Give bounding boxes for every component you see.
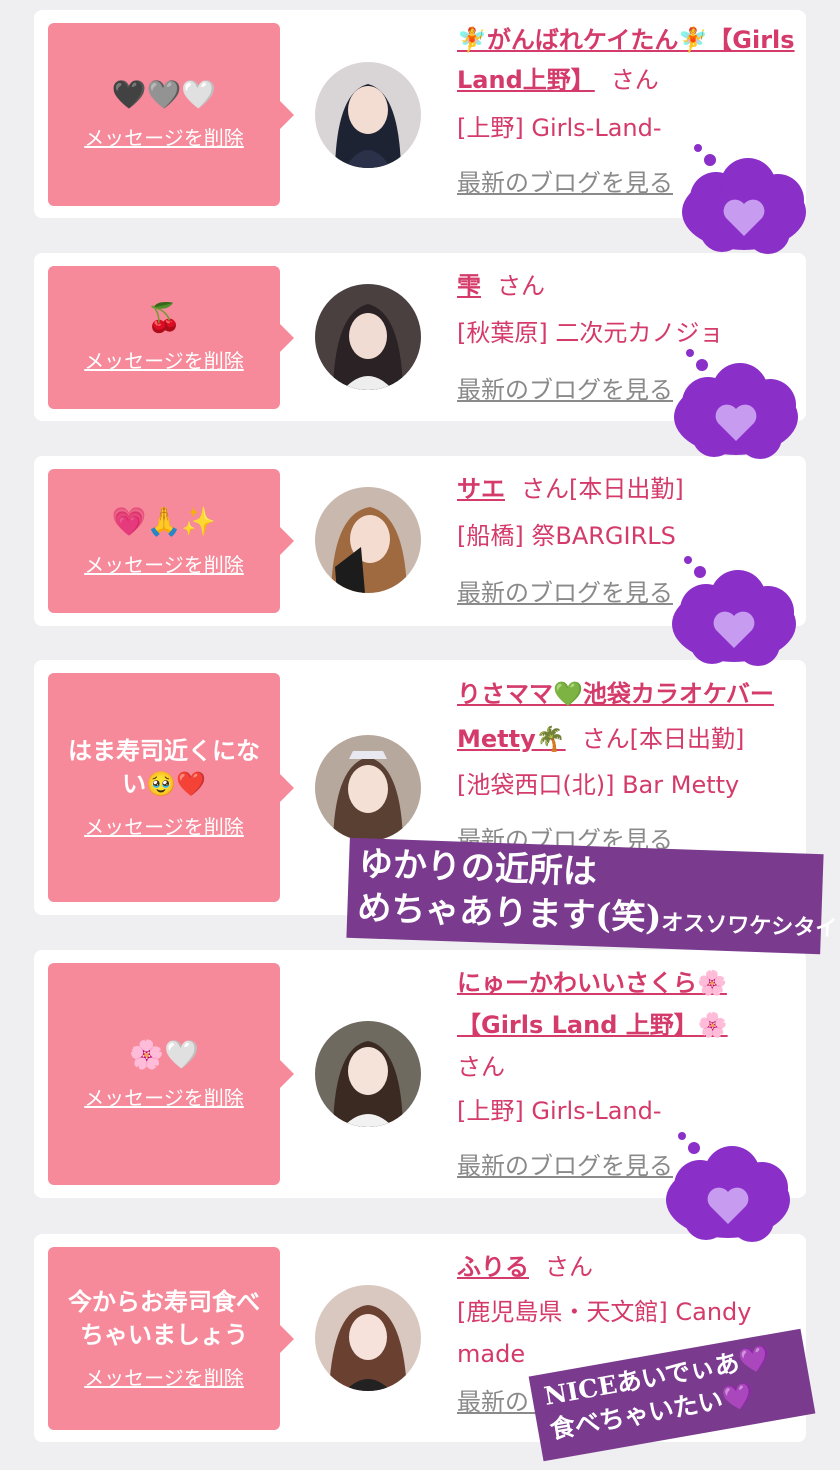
honorific: さん bbox=[521, 475, 569, 503]
delete-message-link[interactable]: メッセージを削除 bbox=[84, 1082, 244, 1111]
message-text: 💗🙏✨ bbox=[111, 504, 217, 538]
delete-message-link[interactable]: メッセージを削除 bbox=[84, 811, 244, 840]
avatar[interactable] bbox=[315, 284, 421, 390]
message-bubble: 💗🙏✨ メッセージを削除 bbox=[48, 469, 294, 613]
status-label: [本日出勤] bbox=[629, 725, 745, 753]
avatar[interactable] bbox=[315, 487, 421, 593]
delete-message-link[interactable]: メッセージを削除 bbox=[84, 1362, 244, 1391]
honorific: さん bbox=[545, 1253, 593, 1281]
delete-message-link[interactable]: メッセージを削除 bbox=[84, 122, 244, 151]
girl-name-link[interactable]: サエ bbox=[457, 475, 505, 503]
honorific: さん bbox=[610, 66, 659, 94]
message-bubble: 🍒 メッセージを削除 bbox=[48, 266, 294, 409]
purple-heart-cloud-icon bbox=[674, 349, 798, 459]
message-text: 🍒 bbox=[146, 301, 182, 334]
message-text: はま寿司近くにない🥹❤️ bbox=[68, 737, 260, 798]
caption-overlay: ゆかりの近所は めちゃあります(笑)オスソワケシタイ bbox=[346, 837, 838, 955]
status-label: [本日出勤] bbox=[569, 475, 684, 503]
purple-heart-cloud-icon bbox=[682, 144, 806, 254]
honorific: さん bbox=[457, 1053, 505, 1081]
caption-line: めちゃあります(笑) bbox=[356, 888, 663, 939]
purple-heart-cloud-icon bbox=[672, 556, 796, 666]
message-text: 🌸🤍 bbox=[129, 1037, 199, 1071]
message-bubble: 🌸🤍 メッセージを削除 bbox=[48, 963, 294, 1185]
message-text: 今からお寿司食べちゃいましょう bbox=[68, 1288, 260, 1349]
message-bubble: はま寿司近くにない🥹❤️ メッセージを削除 bbox=[48, 673, 294, 902]
message-text: 🖤🩶🤍 bbox=[111, 78, 217, 111]
girl-name-link[interactable]: にゅーかわいいさくら🌸【Girls Land 上野】🌸 bbox=[457, 969, 728, 1039]
shop-name: [池袋西口(北)] Bar Metty bbox=[457, 771, 740, 799]
avatar[interactable] bbox=[315, 62, 421, 168]
avatar[interactable] bbox=[315, 1285, 421, 1391]
delete-message-link[interactable]: メッセージを削除 bbox=[84, 345, 244, 374]
message-bubble: 🖤🩶🤍 メッセージを削除 bbox=[48, 23, 294, 206]
girl-info: りさママ💚池袋カラオケバーMetty🌴 さん[本日出勤] [池袋西口(北)] Ba… bbox=[457, 672, 797, 864]
message-bubble: 今からお寿司食べちゃいましょう メッセージを削除 bbox=[48, 1247, 294, 1430]
delete-message-link[interactable]: メッセージを削除 bbox=[84, 549, 244, 578]
avatar[interactable] bbox=[315, 1021, 421, 1127]
honorific: さん bbox=[581, 725, 630, 753]
caption-small-text: オスソワケシタイ bbox=[660, 909, 838, 942]
honorific: さん bbox=[497, 272, 545, 300]
girl-name-link[interactable]: 雫 bbox=[457, 272, 481, 300]
girl-name-link[interactable]: ふりる bbox=[457, 1253, 529, 1281]
purple-heart-cloud-icon bbox=[666, 1132, 790, 1242]
avatar[interactable] bbox=[315, 735, 421, 841]
